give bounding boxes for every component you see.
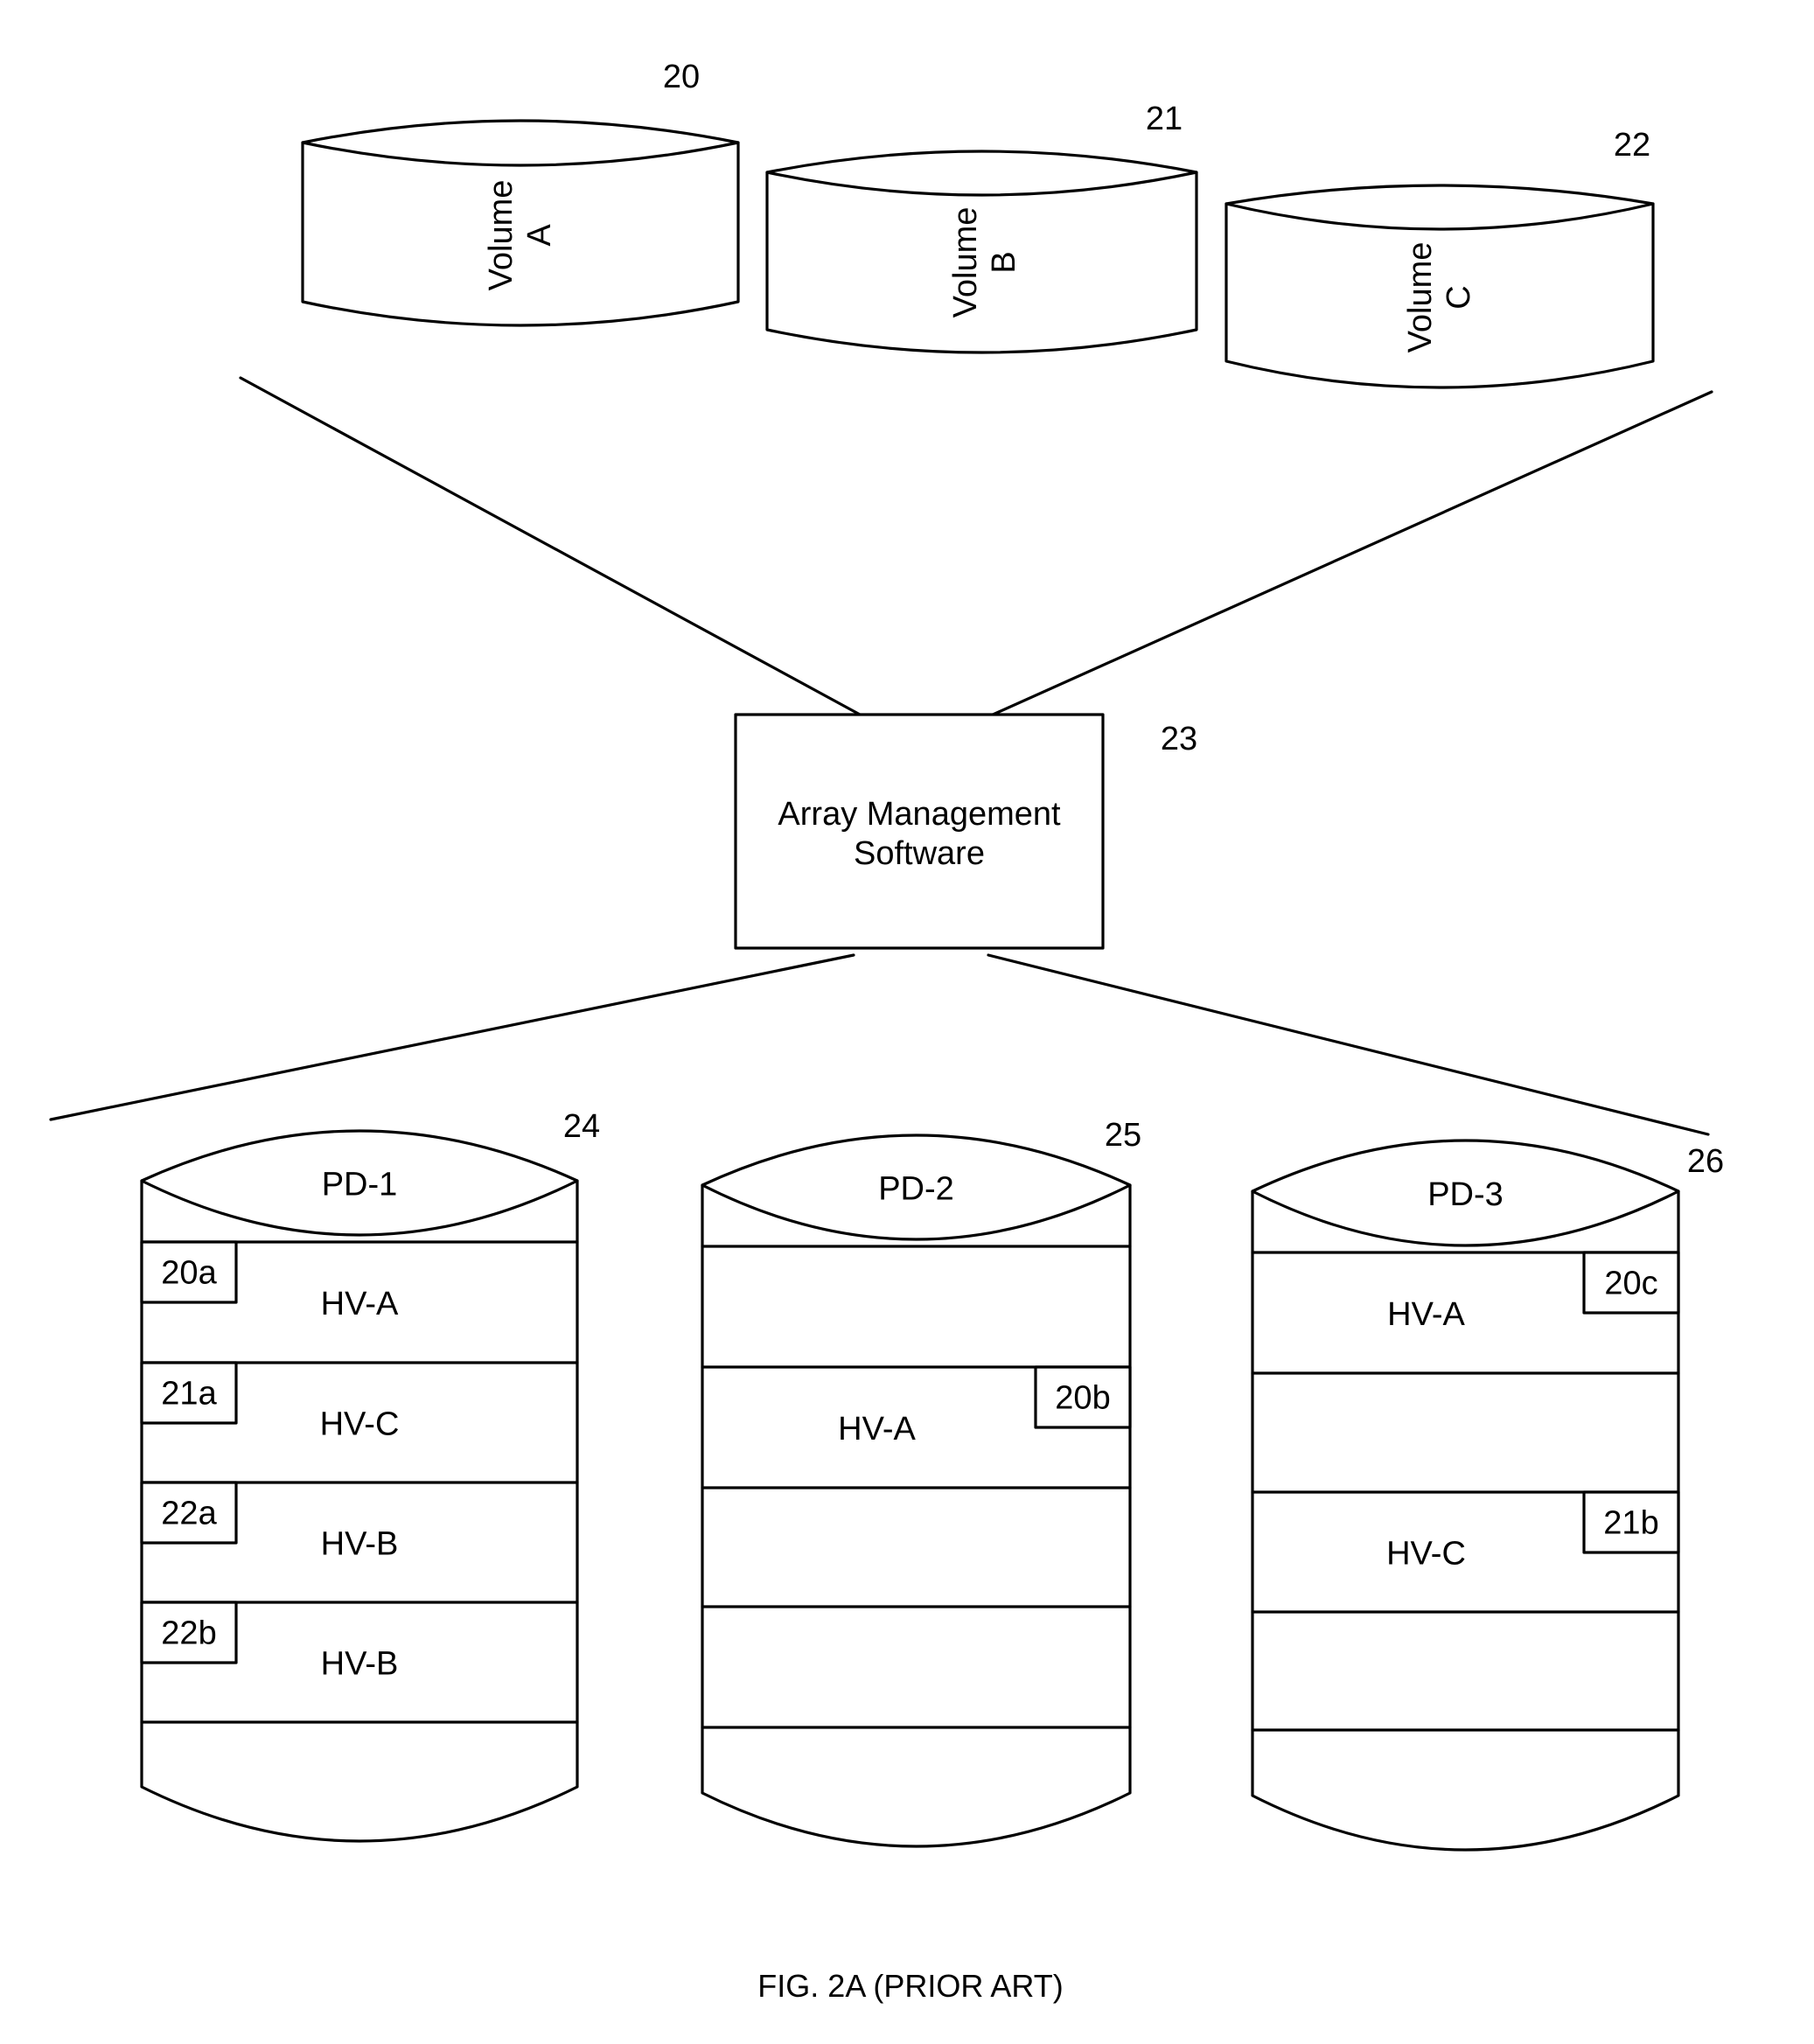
- disk-pd-3: PD-3 26 20c HV-A 21b HV-C: [1251, 1139, 1724, 1852]
- slot-label: HV-B: [321, 1526, 399, 1563]
- slot-tag: 20b: [1055, 1380, 1110, 1417]
- slot-label: HV-C: [320, 1406, 400, 1443]
- volume-ref-number: 22: [1614, 127, 1650, 164]
- volume-label-line2: C: [1441, 285, 1477, 309]
- volume-label-line2: A: [521, 224, 558, 247]
- connector-disks-left: [49, 953, 855, 1121]
- disk-name: PD-1: [322, 1167, 398, 1203]
- volume-label-line1: Volume: [483, 180, 520, 291]
- volume-c: Volume C 22: [1224, 127, 1655, 389]
- volume-ref-number: 20: [663, 59, 700, 95]
- disk-ref-number: 25: [1105, 1117, 1141, 1154]
- connector-volumes-right: [989, 390, 1713, 717]
- manager-label-line2: Software: [854, 835, 985, 872]
- slot-label: HV-A: [838, 1411, 916, 1448]
- slot-label: HV-A: [321, 1286, 399, 1322]
- slot-tag: 22a: [161, 1496, 217, 1532]
- slot-tag: 21b: [1603, 1505, 1658, 1542]
- disk-pd-1: PD-1 24 20a HV-A 21a HV-C 22a HV-B 22b HV-B: [140, 1108, 600, 1843]
- slot-label: HV-C: [1386, 1536, 1466, 1573]
- logical-volumes: Volume A20Volume B21Volume C22: [301, 59, 1655, 389]
- physical-disks: PD-1 24 20a HV-A 21a HV-C 22a HV-B 22b HV-B PD-2 25…: [140, 1108, 1724, 1852]
- manager-label-line1: Array Management: [778, 796, 1061, 833]
- slot-tag: 22b: [161, 1615, 216, 1652]
- volume-body: [301, 119, 740, 327]
- disk-name: PD-2: [878, 1171, 954, 1208]
- disk-pd-2: PD-2 25 20b HV-A: [701, 1117, 1141, 1848]
- disk-name: PD-3: [1427, 1176, 1504, 1213]
- volume-b: Volume B 21: [765, 101, 1198, 354]
- array-management-software: Array Management Software 23: [734, 713, 1197, 950]
- volume-label-line1: Volume: [947, 207, 984, 318]
- diagram-canvas: Volume A20Volume B21Volume C22 Array Manage…: [49, 59, 1724, 2004]
- volume-label-line1: Volume: [1402, 242, 1439, 353]
- disk-ref-number: 24: [563, 1108, 600, 1145]
- connector-volumes-left: [239, 376, 863, 717]
- slot-tag: 20c: [1604, 1266, 1657, 1302]
- slot-label: HV-B: [321, 1646, 399, 1683]
- volume-ref-number: 21: [1146, 101, 1183, 137]
- slot-label: HV-A: [1387, 1296, 1465, 1333]
- volume-label-line2: B: [986, 251, 1022, 273]
- slot-tag: 20a: [161, 1255, 217, 1292]
- figure-caption: FIG. 2A (PRIOR ART): [757, 1968, 1063, 2004]
- volume-a: Volume A 20: [301, 59, 740, 327]
- disk-ref-number: 26: [1687, 1143, 1724, 1180]
- slot-tag: 21a: [161, 1376, 217, 1413]
- manager-ref-number: 23: [1161, 721, 1197, 757]
- disk-body: [701, 1134, 1132, 1848]
- connector-disks-right: [987, 953, 1710, 1136]
